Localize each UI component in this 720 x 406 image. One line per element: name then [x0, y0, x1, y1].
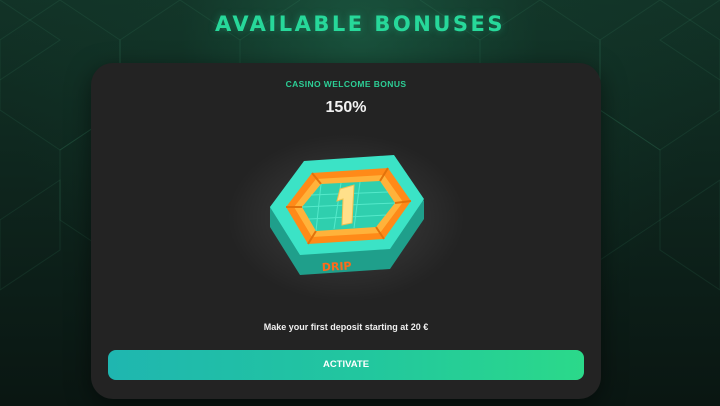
activate-button[interactable]: ACTIVATE	[108, 350, 584, 380]
bonus-type-label: CASINO WELCOME BONUS	[285, 79, 407, 89]
bonus-description: Make your first deposit starting at 20 €	[263, 322, 429, 332]
page-title: AVAILABLE BONUSES	[215, 12, 505, 36]
bonus-percent: 150%	[325, 99, 367, 116]
bonus-image-label: DRIP	[321, 259, 351, 274]
hexagon-badge-icon: DRIP	[270, 155, 424, 275]
bonus-card: CASINO WELCOME BONUS 150% DRIP Make your…	[91, 63, 601, 399]
